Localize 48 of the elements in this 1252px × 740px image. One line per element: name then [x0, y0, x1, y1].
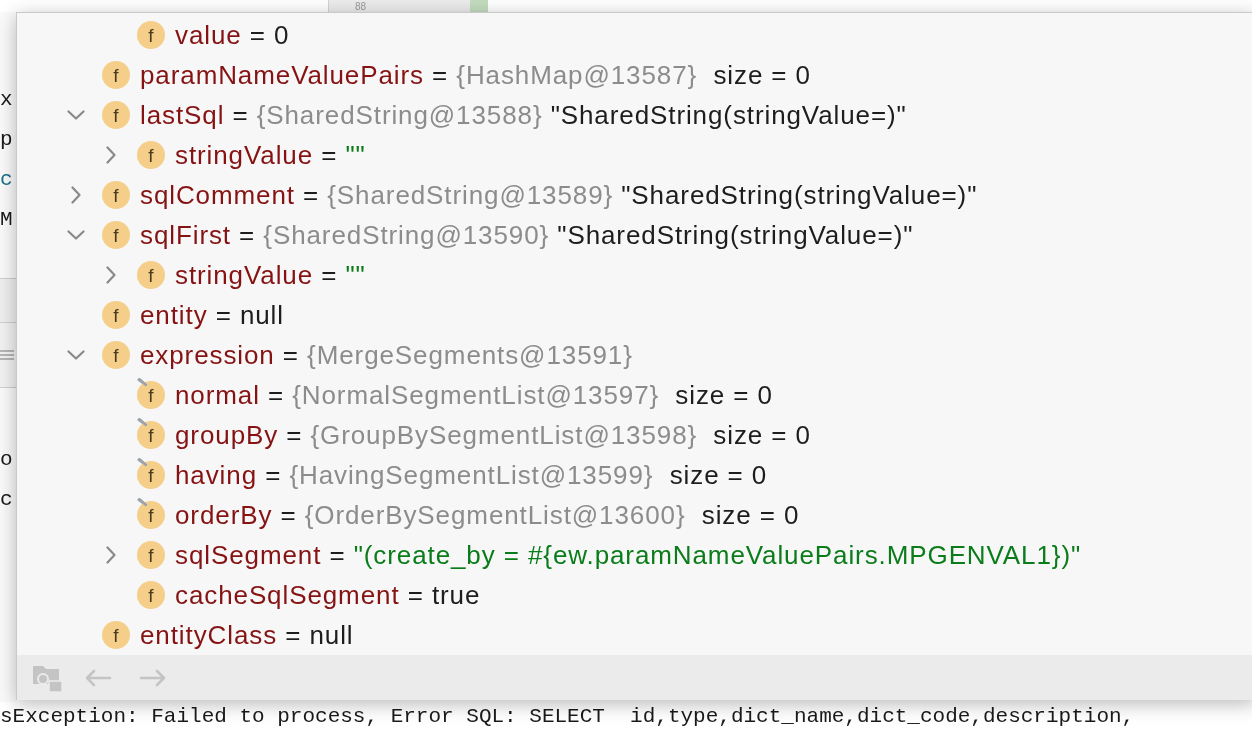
code-text: x: [0, 88, 13, 112]
field-icon: f: [102, 221, 130, 249]
field-entry: entity = null: [140, 300, 284, 330]
chevron-down-icon[interactable]: [67, 350, 85, 360]
code-text: o: [0, 448, 13, 472]
field-entry: sqlSegment = "(create_by = #{ew.paramNameValuePairs.MPGENVAL1})": [175, 540, 1082, 570]
field-icon: f: [137, 21, 165, 49]
chevron-right-icon[interactable]: [71, 186, 81, 204]
field-icon: f: [137, 501, 165, 529]
chevron-right-icon[interactable]: [106, 146, 116, 164]
field-icon: f: [137, 541, 165, 569]
chevron-right-icon[interactable]: [106, 266, 116, 284]
field-entry: stringValue = "": [175, 140, 366, 170]
field-entry: sqlFirst = {SharedString@13590} "SharedString(stringValue=)": [140, 220, 914, 250]
code-text: p: [0, 128, 13, 152]
field-entry: lastSql = {SharedString@13588} "SharedString(stringValue=)": [140, 100, 907, 130]
chevron-down-icon[interactable]: [67, 230, 85, 240]
left-arrow-icon: [84, 668, 112, 687]
field-icon: f: [102, 101, 130, 129]
code-text: M: [0, 208, 13, 232]
chevron-right-icon[interactable]: [106, 546, 116, 564]
field-entry: cacheSqlSegment = true: [175, 580, 481, 610]
field-entry: entityClass = null: [140, 620, 354, 650]
field-entry: value = 0: [175, 20, 290, 50]
right-arrow-icon: [139, 668, 167, 687]
field-icon: f: [137, 461, 165, 489]
field-icon: f: [102, 301, 130, 329]
code-text: c: [0, 168, 13, 192]
code-text: c: [0, 488, 13, 512]
chevron-down-icon[interactable]: [67, 110, 85, 120]
field-icon: f: [102, 181, 130, 209]
lines-icon[interactable]: [0, 348, 14, 362]
console-text: sException: Failed to process, Error SQL: SELECT id,type,dict_name,dict_code,description,: [0, 704, 1135, 730]
field-entry: stringValue = "": [175, 260, 366, 290]
line-number: 88: [355, 1, 367, 12]
field-icon: f: [102, 341, 130, 369]
field-icon: f: [137, 261, 165, 289]
field-icon: f: [137, 421, 165, 449]
field-icon: f: [102, 621, 130, 649]
field-entry: groupBy = {GroupBySegmentList@13598} size = 0: [175, 420, 811, 450]
field-icon: f: [137, 141, 165, 169]
folder-icon: [33, 663, 63, 692]
field-entry: having = {HavingSegmentList@13599} size = 0: [175, 460, 768, 490]
field-icon: f: [137, 581, 165, 609]
field-entry: expression = {MergeSegments@13591}: [140, 340, 633, 370]
field-entry: orderBy = {OrderBySegmentList@13600} size = 0: [175, 500, 800, 530]
change-marker: [470, 0, 488, 12]
field-entry: sqlComment = {SharedString@13589} "SharedString(stringValue=)": [140, 180, 978, 210]
